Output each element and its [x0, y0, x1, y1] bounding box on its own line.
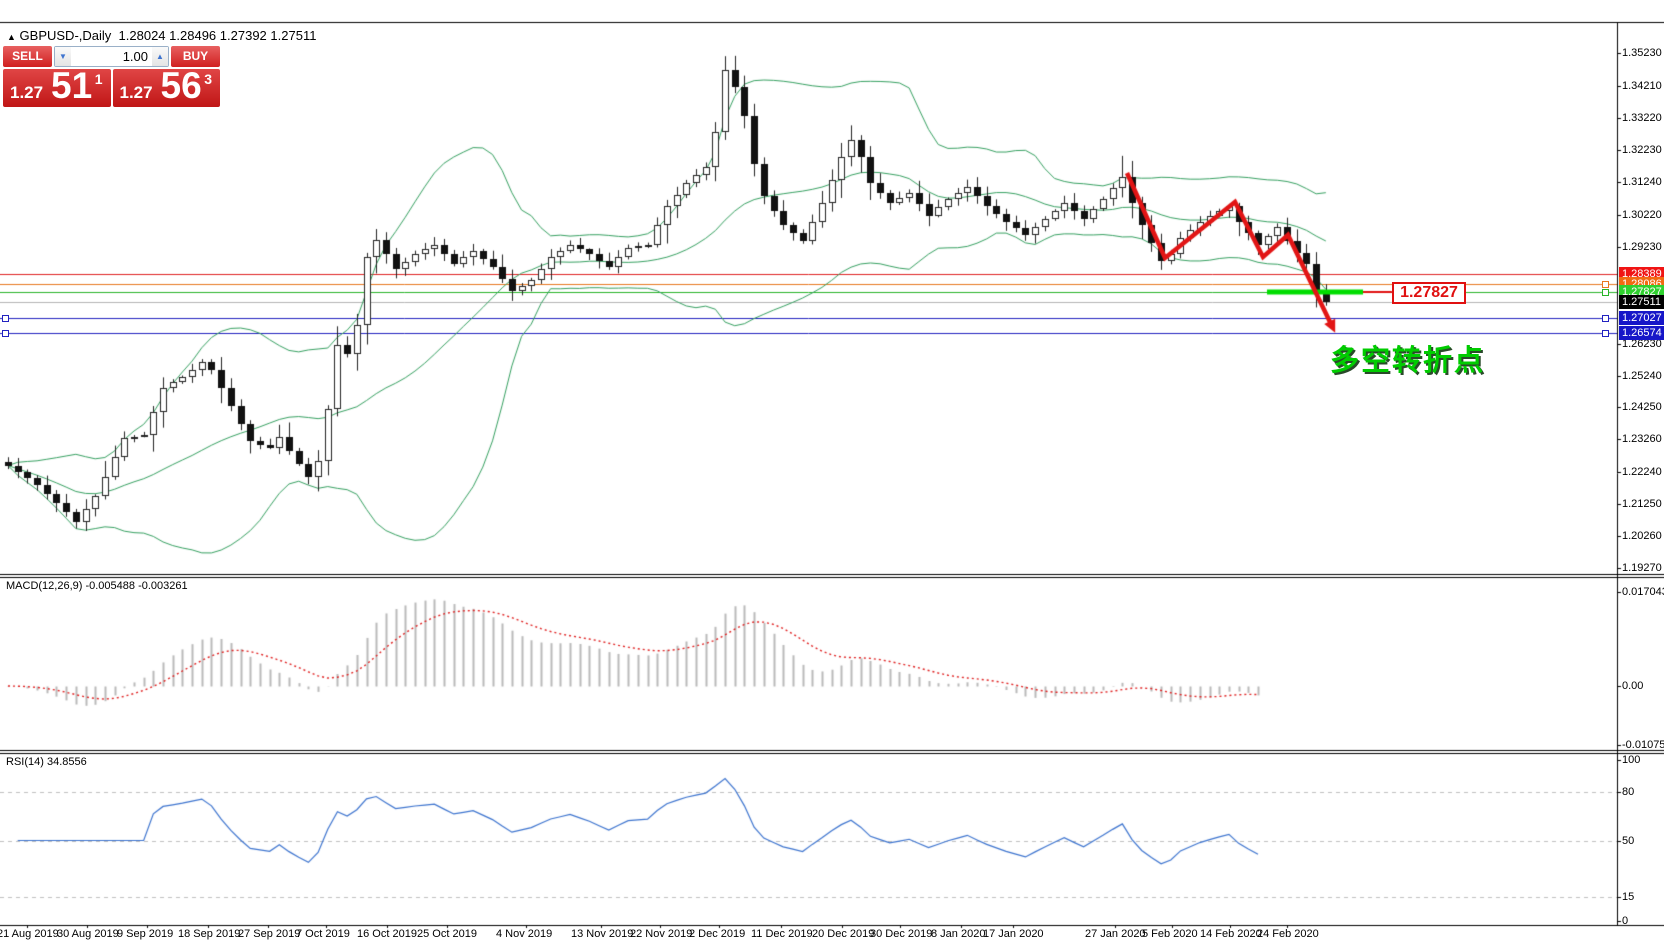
- price-axis-tick: 1.30220: [1622, 209, 1664, 222]
- date-axis-label: 11 Dec 2019: [751, 928, 813, 941]
- date-axis-label: 14 Feb 2020: [1200, 928, 1262, 941]
- rsi-axis-tick: 0: [1622, 915, 1664, 928]
- sell-price-tile[interactable]: 1.27 51 1: [3, 69, 111, 107]
- ohlc-high: 1.28496: [169, 28, 216, 43]
- price-axis-tick: 1.22240: [1622, 466, 1664, 479]
- collapse-arrow-icon[interactable]: ▲: [7, 32, 16, 42]
- date-axis-label: 4 Nov 2019: [496, 928, 552, 941]
- macd-indicator-label: MACD(12,26,9) -0.005488 -0.003261: [6, 580, 188, 593]
- rsi-axis-tick: 50: [1622, 835, 1664, 848]
- date-axis-label: 25 Oct 2019: [417, 928, 477, 941]
- chart-canvas[interactable]: [0, 0, 1664, 941]
- date-axis-label: 27 Sep 2019: [238, 928, 300, 941]
- sell-button[interactable]: SELL: [3, 46, 52, 67]
- date-axis-label: 9 Sep 2019: [117, 928, 173, 941]
- one-click-trading-panel: SELL ▼ ▲ BUY 1.27 51 1 1.27 56 3: [3, 46, 220, 107]
- buy-price-tile[interactable]: 1.27 56 3: [113, 69, 221, 107]
- date-axis-label: 20 Dec 2019: [812, 928, 874, 941]
- macd-axis-tick: 0.017043: [1622, 586, 1664, 599]
- price-axis-marker: 1.27027: [1619, 311, 1664, 325]
- rsi-axis-tick: 80: [1622, 786, 1664, 799]
- date-axis-label: 22 Nov 2019: [630, 928, 692, 941]
- date-axis-label: 16 Oct 2019: [357, 928, 417, 941]
- price-axis-tick: 1.34210: [1622, 80, 1664, 93]
- rsi-axis-tick: 100: [1622, 754, 1664, 767]
- price-axis-tick: 1.20260: [1622, 530, 1664, 543]
- price-axis-tick: 1.32230: [1622, 144, 1664, 157]
- price-axis-tick: 1.24250: [1622, 401, 1664, 414]
- date-axis-label: 5 Feb 2020: [1142, 928, 1198, 941]
- line-handle[interactable]: [1602, 330, 1609, 337]
- line-handle[interactable]: [1602, 289, 1609, 296]
- date-axis-label: 27 Jan 2020: [1085, 928, 1146, 941]
- price-axis-tick: 1.31240: [1622, 176, 1664, 189]
- date-axis-label: 17 Jan 2020: [983, 928, 1044, 941]
- price-axis-marker: 1.27511: [1619, 295, 1664, 309]
- ohlc-low: 1.27392: [220, 28, 267, 43]
- price-axis-tick: 1.19270: [1622, 562, 1664, 575]
- ohlc-open: 1.28024: [119, 28, 166, 43]
- buy-button[interactable]: BUY: [171, 46, 220, 67]
- date-axis-label: 13 Nov 2019: [571, 928, 633, 941]
- price-axis-tick: 1.25240: [1622, 370, 1664, 383]
- price-axis-tick: 1.21250: [1622, 498, 1664, 511]
- symbol-label: GBPUSD-,Daily: [20, 28, 112, 43]
- price-axis-marker: 1.26574: [1619, 326, 1664, 340]
- price-axis-tick: 1.35230: [1622, 47, 1664, 60]
- ask-big: 56: [161, 69, 202, 107]
- bid-big: 51: [51, 69, 92, 107]
- price-axis-tick: 1.26230: [1622, 338, 1664, 351]
- ask-sup: 3: [204, 71, 212, 87]
- line-handle[interactable]: [2, 315, 9, 322]
- ask-prefix: 1.27: [120, 83, 153, 103]
- price-axis-tick: 1.23260: [1622, 433, 1664, 446]
- rsi-indicator-label: RSI(14) 34.8556: [6, 756, 87, 769]
- date-axis-label: 2 Dec 2019: [689, 928, 745, 941]
- rsi-axis-tick: 15: [1622, 891, 1664, 904]
- chart-header: ▲ GBPUSD-,Daily 1.28024 1.28496 1.27392 …: [7, 29, 316, 44]
- line-handle[interactable]: [2, 330, 9, 337]
- date-axis-label: 24 Feb 2020: [1257, 928, 1319, 941]
- ohlc-close: 1.27511: [270, 28, 316, 43]
- volume-input[interactable]: [71, 47, 152, 66]
- date-axis-label: 7 Oct 2019: [296, 928, 350, 941]
- mt4-window: ✚新订单◆▣◉☁自动交易╫▯↗⊕⊖▦↦↤✚▾⊙▾▧▾↖┼│─╱∥≡AT➤▾M1M…: [0, 0, 1664, 941]
- volume-decrease-button[interactable]: ▼: [55, 47, 71, 66]
- price-callout-box[interactable]: 1.27827: [1392, 282, 1466, 304]
- bid-sup: 1: [95, 71, 103, 87]
- date-axis-label: 21 Aug 2019: [0, 928, 59, 941]
- date-axis-label: 30 Dec 2019: [870, 928, 932, 941]
- date-axis-label: 18 Sep 2019: [178, 928, 240, 941]
- line-handle[interactable]: [1602, 315, 1609, 322]
- bid-prefix: 1.27: [10, 83, 43, 103]
- macd-axis-tick: -0.010751: [1622, 739, 1664, 752]
- date-axis-label: 30 Aug 2019: [57, 928, 119, 941]
- macd-axis-tick: 0.00: [1622, 680, 1664, 693]
- price-axis-tick: 1.33220: [1622, 112, 1664, 125]
- line-handle[interactable]: [1602, 281, 1609, 288]
- volume-increase-button[interactable]: ▲: [152, 47, 168, 66]
- price-axis-tick: 1.29230: [1622, 241, 1664, 254]
- volume-spinner: ▼ ▲: [54, 46, 169, 67]
- date-axis-label: 8 Jan 2020: [931, 928, 985, 941]
- pivot-annotation-text: 多空转折点: [1330, 337, 1485, 379]
